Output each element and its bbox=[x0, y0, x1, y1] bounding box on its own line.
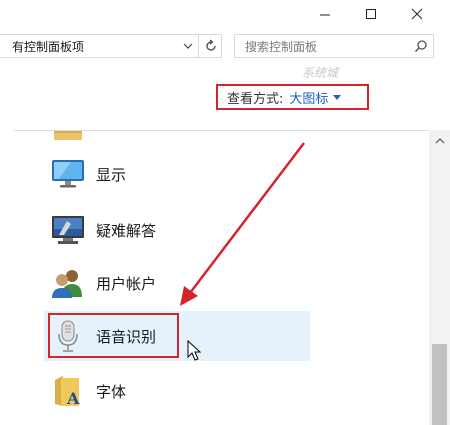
caret-down-icon[interactable] bbox=[333, 94, 342, 100]
list-item-fonts[interactable]: A 字体 bbox=[50, 370, 310, 412]
refresh-button[interactable] bbox=[198, 34, 222, 58]
maximize-icon bbox=[366, 9, 376, 19]
list-item-label: 用户帐户 bbox=[96, 274, 157, 293]
search-box[interactable]: 搜索控制面板 bbox=[234, 34, 434, 58]
folder-icon bbox=[54, 131, 82, 140]
list-item-troubleshooting[interactable]: 疑难解答 bbox=[50, 209, 310, 251]
troubleshooting-icon bbox=[50, 212, 86, 248]
view-mode-value[interactable]: 大图标 bbox=[283, 88, 328, 107]
close-icon bbox=[411, 8, 423, 20]
chevron-down-icon bbox=[183, 43, 193, 49]
scroll-thumb[interactable] bbox=[432, 344, 447, 425]
list-item-display[interactable]: 显示 bbox=[50, 153, 310, 195]
search-icon[interactable] bbox=[409, 35, 433, 57]
display-icon bbox=[50, 156, 86, 192]
list-item-label: 疑难解答 bbox=[96, 221, 157, 240]
list-item-label: 显示 bbox=[96, 165, 127, 184]
maximize-button[interactable] bbox=[348, 0, 394, 28]
fonts-folder-icon: A bbox=[50, 373, 86, 409]
chevron-up-icon bbox=[435, 138, 444, 144]
list-item-user-accounts[interactable]: 用户帐户 bbox=[50, 262, 310, 304]
watermark: 系统城 bbox=[302, 66, 339, 80]
minimize-button[interactable] bbox=[302, 0, 348, 28]
scroll-up-button[interactable] bbox=[429, 134, 450, 148]
close-button[interactable] bbox=[394, 0, 440, 28]
minimize-icon bbox=[320, 14, 330, 16]
list-item-label: 字体 bbox=[96, 382, 127, 401]
address-dropdown[interactable] bbox=[179, 35, 197, 57]
user-accounts-icon bbox=[50, 265, 86, 301]
view-mode-label: 查看方式: bbox=[227, 91, 284, 107]
mouse-cursor-icon bbox=[187, 340, 202, 361]
search-input[interactable]: 搜索控制面板 bbox=[235, 38, 409, 55]
svg-text:A: A bbox=[66, 389, 80, 408]
address-text: 有控制面板项 bbox=[12, 39, 85, 54]
address-bar[interactable]: 有控制面板项 bbox=[0, 34, 222, 58]
refresh-icon bbox=[205, 39, 216, 51]
speech-recognition-highlight-box bbox=[48, 313, 179, 358]
vertical-scrollbar[interactable] bbox=[429, 130, 450, 425]
view-mode-selector[interactable]: 查看方式: 大图标 bbox=[216, 84, 369, 110]
